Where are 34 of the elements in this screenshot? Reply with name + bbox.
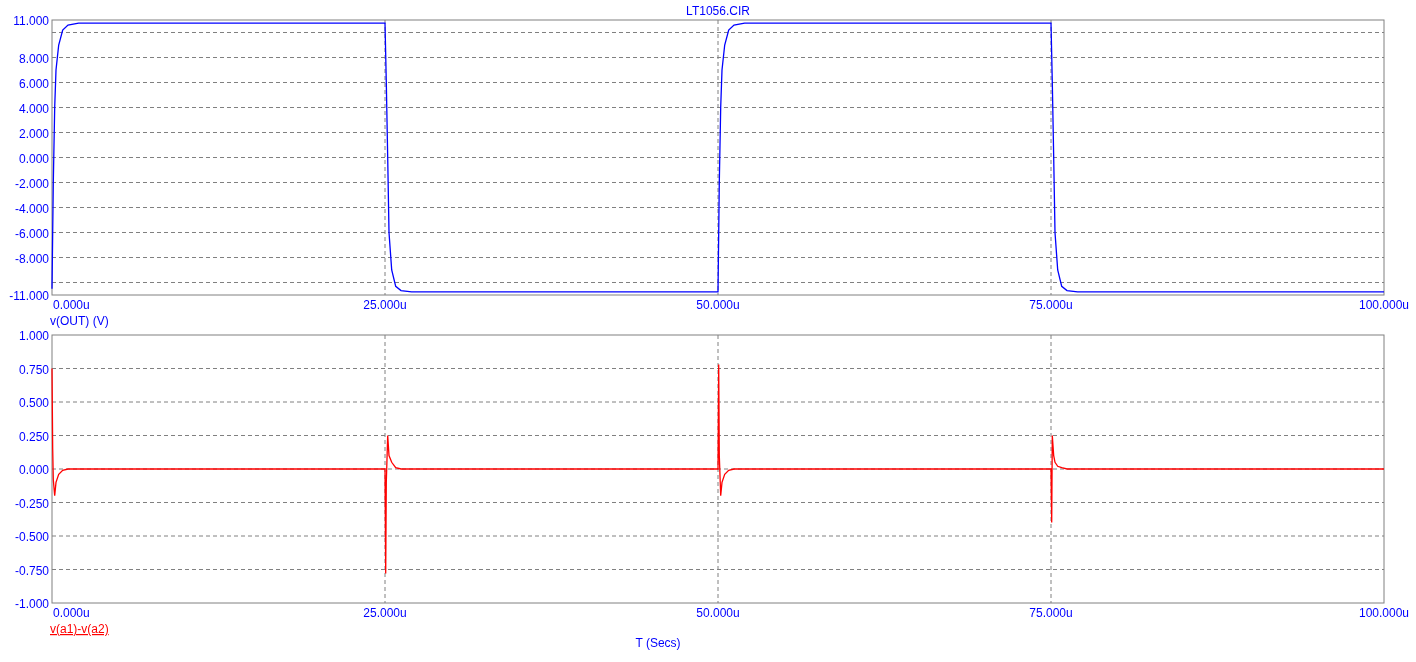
- axis-tick-label: 25.000u: [363, 606, 407, 620]
- axis-tick-label: 25.000u: [363, 298, 407, 312]
- chart-title: LT1056.CIR: [686, 4, 750, 18]
- axis-tick-label: 8.000: [18, 51, 49, 66]
- axis-tick-label: -11.000: [9, 289, 49, 303]
- legend-label[interactable]: v(OUT) (V): [50, 314, 109, 328]
- axis-tick-label: 50.000u: [696, 298, 740, 312]
- axis-tick-label: -0.250: [14, 496, 49, 511]
- axis-tick-label: 50.000u: [696, 606, 740, 620]
- axis-tick-label: -2.000: [14, 176, 49, 191]
- legend-label[interactable]: v(a1)-v(a2): [50, 622, 109, 636]
- axis-tick-label: 0.500: [18, 396, 49, 410]
- axis-tick-label: 0.000: [18, 151, 49, 166]
- axis-tick-label: -8.000: [14, 251, 49, 266]
- axis-tick-label: 100.000u: [1358, 606, 1410, 620]
- axis-tick-label: -0.750: [14, 563, 49, 578]
- axis-tick-label: 0.250: [18, 429, 49, 444]
- axis-tick-label: 0.000u: [53, 606, 90, 620]
- axis-tick-label: 0.000: [18, 463, 49, 477]
- axis-tick-label: -1.000: [14, 597, 49, 611]
- axis-tick-label: 2.000: [18, 126, 49, 141]
- axis-tick-label: 6.000: [18, 76, 49, 91]
- axis-tick-label: 1.000: [18, 330, 49, 343]
- axis-tick-label: 75.000u: [1029, 606, 1073, 620]
- axis-label: T (Secs): [635, 636, 681, 650]
- axis-tick-label: 100.000u: [1358, 298, 1410, 312]
- axis-tick-label: -4.000: [14, 201, 49, 216]
- axis-tick-label: 4.000: [18, 101, 49, 116]
- axis-tick-label: 11.000: [13, 14, 49, 28]
- axis-tick-label: 0.000u: [53, 298, 90, 312]
- axis-tick-label: -0.500: [14, 530, 49, 544]
- axis-tick-label: 0.750: [18, 362, 49, 377]
- axis-tick-label: 75.000u: [1029, 298, 1073, 312]
- axis-tick-label: -6.000: [14, 226, 49, 241]
